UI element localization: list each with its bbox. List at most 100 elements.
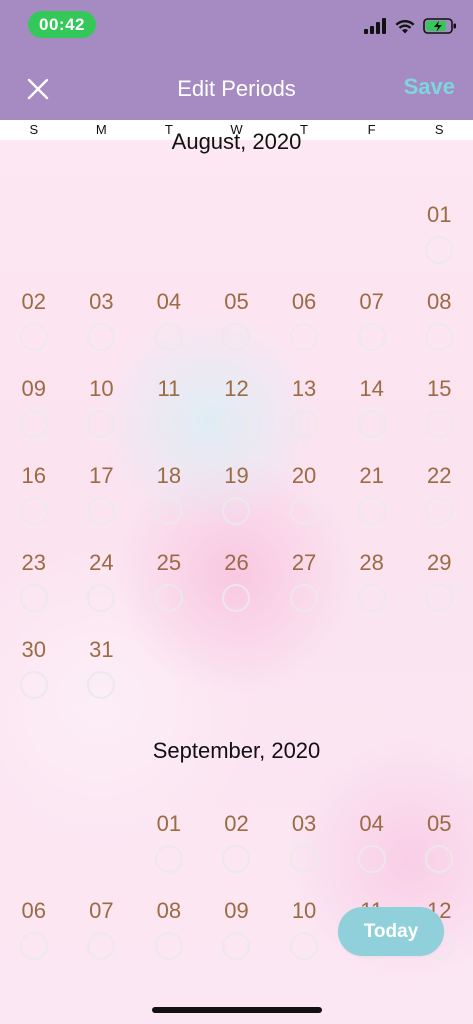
calendar-day[interactable]: 22: [405, 463, 473, 543]
period-checkbox[interactable]: [357, 323, 386, 351]
calendar-day[interactable]: 19: [203, 463, 271, 543]
calendar-day[interactable]: 06: [0, 898, 68, 978]
period-checkbox[interactable]: [87, 584, 116, 612]
calendar-day[interactable]: 01: [135, 811, 203, 891]
day-number: 02: [21, 289, 47, 314]
day-number: 16: [21, 463, 47, 488]
period-checkbox[interactable]: [290, 845, 319, 873]
day-number: 09: [224, 898, 249, 923]
period-checkbox[interactable]: [87, 932, 116, 960]
calendar-day[interactable]: 03: [270, 811, 338, 891]
day-number: 29: [426, 550, 452, 575]
calendar-day[interactable]: 01: [405, 202, 473, 282]
period-checkbox[interactable]: [357, 845, 386, 873]
calendar-day[interactable]: 30: [0, 637, 68, 717]
calendar-day[interactable]: 28: [338, 550, 406, 630]
period-checkbox[interactable]: [222, 845, 251, 873]
period-checkbox[interactable]: [425, 236, 454, 264]
calendar-day[interactable]: 05: [405, 811, 473, 891]
period-checkbox[interactable]: [222, 932, 251, 960]
period-checkbox[interactable]: [19, 671, 48, 699]
home-indicator: [152, 1007, 322, 1013]
period-checkbox[interactable]: [154, 845, 183, 873]
period-checkbox[interactable]: [290, 584, 319, 612]
day-number: 11: [157, 376, 181, 401]
calendar-day[interactable]: 02: [0, 289, 68, 369]
calendar-day[interactable]: 07: [338, 289, 406, 369]
period-checkbox[interactable]: [87, 323, 116, 351]
period-checkbox[interactable]: [87, 410, 116, 438]
calendar-day[interactable]: 09: [203, 898, 271, 978]
period-checkbox[interactable]: [290, 410, 319, 438]
period-checkbox[interactable]: [19, 323, 48, 351]
period-checkbox[interactable]: [154, 932, 183, 960]
calendar-day[interactable]: 10: [68, 376, 136, 456]
calendar-day[interactable]: 26: [203, 550, 271, 630]
calendar-day[interactable]: 04: [135, 289, 203, 369]
calendar-day[interactable]: 14: [338, 376, 406, 456]
calendar-day[interactable]: 15: [405, 376, 473, 456]
day-number: 25: [156, 550, 182, 575]
period-checkbox[interactable]: [222, 410, 251, 438]
calendar-day[interactable]: 06: [270, 289, 338, 369]
period-checkbox[interactable]: [425, 323, 454, 351]
calendar-day[interactable]: 10: [270, 898, 338, 978]
period-checkbox[interactable]: [154, 497, 183, 525]
period-checkbox[interactable]: [154, 584, 183, 612]
calendar-day[interactable]: 13: [270, 376, 338, 456]
calendar-day[interactable]: 29: [405, 550, 473, 630]
calendar-day[interactable]: 31: [68, 637, 136, 717]
calendar-day[interactable]: 08: [405, 289, 473, 369]
period-checkbox[interactable]: [357, 584, 386, 612]
period-checkbox[interactable]: [19, 584, 48, 612]
period-checkbox[interactable]: [357, 410, 386, 438]
calendar-day[interactable]: 17: [68, 463, 136, 543]
calendar-day[interactable]: 04: [338, 811, 406, 891]
calendar-day[interactable]: 27: [270, 550, 338, 630]
day-number: 30: [21, 637, 47, 662]
calendar-day[interactable]: 25: [135, 550, 203, 630]
period-checkbox[interactable]: [87, 497, 116, 525]
period-checkbox[interactable]: [425, 497, 454, 525]
period-checkbox[interactable]: [154, 323, 183, 351]
period-checkbox[interactable]: [425, 845, 454, 873]
period-checkbox[interactable]: [154, 410, 183, 438]
day-number: 08: [156, 898, 182, 923]
period-checkbox[interactable]: [290, 323, 319, 351]
calendar-day[interactable]: 16: [0, 463, 68, 543]
day-number: 31: [89, 637, 114, 662]
page-title: Edit Periods: [177, 76, 296, 101]
calendar-day[interactable]: 23: [0, 550, 68, 630]
period-checkbox[interactable]: [425, 584, 454, 612]
period-checkbox[interactable]: [357, 497, 386, 525]
day-number: 09: [21, 376, 47, 401]
calendar-day[interactable]: 11: [135, 376, 203, 456]
period-checkbox[interactable]: [19, 932, 48, 960]
calendar-day[interactable]: 08: [135, 898, 203, 978]
wifi-icon: [395, 19, 415, 34]
calendar-day[interactable]: 02: [203, 811, 271, 891]
today-button[interactable]: Today: [338, 907, 444, 956]
period-checkbox[interactable]: [290, 497, 319, 525]
calendar-day[interactable]: 03: [68, 289, 136, 369]
day-number: 08: [426, 289, 452, 314]
period-checkbox[interactable]: [290, 932, 319, 960]
save-button[interactable]: Save: [404, 72, 455, 102]
day-number: 10: [89, 376, 114, 401]
calendar-day[interactable]: 21: [338, 463, 406, 543]
period-checkbox[interactable]: [19, 410, 48, 438]
calendar-day[interactable]: 09: [0, 376, 68, 456]
period-checkbox[interactable]: [222, 584, 251, 612]
calendar-day[interactable]: 24: [68, 550, 136, 630]
status-icons: [363, 16, 457, 36]
calendar-day[interactable]: 18: [135, 463, 203, 543]
period-checkbox[interactable]: [425, 410, 454, 438]
period-checkbox[interactable]: [222, 323, 251, 351]
calendar-day[interactable]: 05: [203, 289, 271, 369]
calendar-day[interactable]: 12: [203, 376, 271, 456]
period-checkbox[interactable]: [87, 671, 116, 699]
calendar-day[interactable]: 07: [68, 898, 136, 978]
calendar-day[interactable]: 20: [270, 463, 338, 543]
period-checkbox[interactable]: [222, 497, 251, 525]
period-checkbox[interactable]: [19, 497, 48, 525]
